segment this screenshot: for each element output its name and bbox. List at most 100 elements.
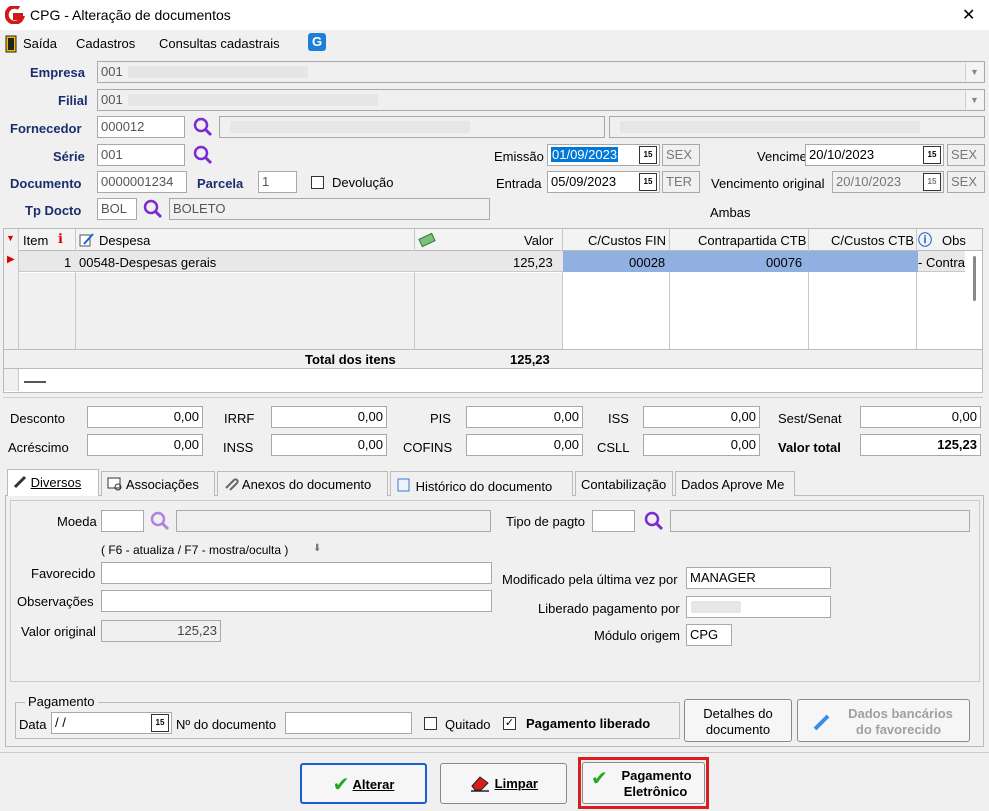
calendar-icon: 15 — [923, 173, 941, 191]
fornecedor-label: Fornecedor — [10, 121, 82, 136]
quitado-checkbox[interactable] — [424, 717, 437, 730]
inss-field[interactable]: 0,00 — [271, 434, 387, 456]
fornecedor-name — [219, 116, 605, 138]
check-icon: ✔ — [591, 768, 608, 790]
calendar-icon[interactable]: 15 — [639, 173, 657, 191]
pencil-icon — [813, 714, 830, 731]
inss-label: INSS — [223, 440, 254, 455]
emissao-field[interactable]: 01/09/2023 15 — [547, 144, 660, 166]
pagamento-eletronico-button[interactable]: ✔ Pagamento Eletrônico — [582, 762, 705, 804]
menu-consultas-cadastrais[interactable]: Consultas cadastrais — [159, 36, 280, 51]
moeda-desc — [176, 510, 491, 532]
nro-documento-field[interactable] — [285, 712, 412, 734]
irrf-field[interactable]: 0,00 — [271, 406, 387, 428]
tipo-pagto-field[interactable] — [592, 510, 635, 532]
tipo-pagto-desc — [670, 510, 970, 532]
detalhes-documento-button[interactable]: Detalhes do documento — [684, 699, 792, 742]
search-icon[interactable] — [142, 198, 164, 220]
calendar-icon[interactable]: 15 — [639, 146, 657, 164]
serie-label: Série — [53, 149, 85, 164]
col-ccfin[interactable]: C/Custos FIN — [588, 233, 666, 248]
col-ccctb[interactable]: C/Custos CTB — [831, 233, 914, 248]
moeda-label: Moeda — [57, 514, 97, 529]
eraser-icon — [471, 776, 490, 792]
calendar-icon[interactable]: 15 — [923, 146, 941, 164]
col-despesa[interactable]: Despesa — [99, 233, 150, 248]
dados-bancarios-button[interactable]: Dados bancários do favorecido — [797, 699, 970, 742]
tab-historico[interactable]: Histórico do documento — [390, 471, 573, 496]
tipo-pagto-label: Tipo de pagto — [506, 514, 586, 529]
vencimento-day: SEX — [947, 144, 985, 166]
col-item[interactable]: Item — [23, 233, 48, 248]
entrada-day: TER — [662, 171, 700, 193]
scroll-thumb[interactable] — [973, 256, 976, 301]
fornecedor-code[interactable]: 000012 — [97, 116, 185, 138]
row-contrapartida: 00076 — [766, 255, 803, 270]
emissao-day: SEX — [662, 144, 700, 166]
grid-scrollbar[interactable] — [966, 251, 982, 349]
window-title: CPG - Alteração de documentos — [30, 7, 231, 23]
cofins-field[interactable]: 0,00 — [466, 434, 583, 456]
row-obs: - Contra — [918, 255, 965, 270]
csll-label: CSLL — [597, 440, 630, 455]
close-icon[interactable]: ✕ — [962, 5, 975, 25]
chevron-down-icon[interactable]: ▼ — [965, 63, 983, 81]
search-icon[interactable] — [192, 116, 214, 138]
acrescimo-field[interactable]: 0,00 — [87, 434, 203, 456]
empresa-field[interactable]: 001 ▼ — [97, 61, 985, 83]
search-icon[interactable] — [192, 144, 214, 166]
devolucao-checkbox[interactable] — [311, 176, 324, 189]
row-ccfin: 00028 — [629, 255, 666, 270]
acrescimo-label: Acréscimo — [8, 440, 69, 455]
alterar-button[interactable]: ✔ Alterar — [300, 763, 427, 804]
cofins-label: COFINS — [403, 440, 453, 455]
col-obs[interactable]: Obs — [942, 233, 966, 248]
search-icon[interactable] — [643, 510, 665, 532]
tp-docto-field[interactable]: BOL — [97, 198, 137, 220]
menu-cadastros[interactable]: Cadastros — [76, 36, 135, 51]
parcela-field[interactable]: 1 — [258, 171, 297, 193]
quitado-label: Quitado — [445, 717, 491, 732]
col-valor[interactable]: Valor — [524, 233, 553, 248]
search-icon[interactable] — [149, 510, 171, 532]
tab-anexos[interactable]: Anexos do documento — [217, 471, 388, 496]
tab-diversos[interactable]: Diversos — [7, 469, 99, 496]
tab-associacoes[interactable]: Associações — [101, 471, 215, 496]
col-contrapartida[interactable]: Contrapartida CTB — [698, 233, 806, 248]
modulo-field: CPG — [686, 624, 732, 646]
favorecido-field[interactable] — [101, 562, 492, 584]
moeda-field[interactable] — [101, 510, 144, 532]
items-grid[interactable]: ▼ Item ℹ Despesa Valor C/Custos FIN Cont… — [3, 228, 983, 393]
entrada-field[interactable]: 05/09/2023 15 — [547, 171, 660, 193]
csll-field[interactable]: 0,00 — [643, 434, 760, 456]
data-label: Data — [19, 717, 47, 732]
pis-field[interactable]: 0,00 — [466, 406, 583, 428]
desconto-field[interactable]: 0,00 — [87, 406, 203, 428]
pagamento-data-field[interactable]: / / 15 — [51, 712, 172, 734]
valor-total-label: Valor total — [778, 440, 841, 455]
menu-bar: Saída Cadastros Consultas cadastrais G — [0, 30, 989, 58]
chevron-down-icon[interactable]: ▼ — [965, 91, 983, 109]
vencimento-field[interactable]: 20/10/2023 15 — [805, 144, 944, 166]
pencil-icon — [13, 475, 27, 489]
row-despesa: 00548-Despesas gerais — [79, 255, 217, 270]
check-icon: ✔ — [332, 774, 350, 796]
calendar-icon[interactable]: 15 — [151, 714, 169, 732]
limpar-button[interactable]: Limpar — [440, 763, 567, 804]
tab-dados-aprove-me[interactable]: Dados Aprove Me — [675, 471, 795, 496]
hint-label: ( F6 - atualiza / F7 - mostra/oculta ) — [101, 543, 289, 557]
serie-field[interactable]: 001 — [97, 144, 185, 166]
g-app-icon[interactable]: G — [308, 33, 326, 51]
filial-field[interactable]: 001 ▼ — [97, 89, 985, 111]
iss-field[interactable]: 0,00 — [643, 406, 760, 428]
vencimento-original-field: 20/10/2023 15 — [832, 171, 944, 193]
sest-field[interactable]: 0,00 — [860, 406, 981, 428]
tab-contabilizacao[interactable]: Contabilização — [575, 471, 673, 496]
row-pointer-icon: ▶ — [7, 254, 15, 265]
menu-saida[interactable]: Saída — [23, 36, 57, 51]
arrow-down-icon: ⬇ — [313, 543, 322, 554]
pagamento-liberado-checkbox[interactable]: ✓ — [503, 717, 516, 730]
observacoes-field[interactable] — [101, 590, 492, 612]
documento-field[interactable]: 0000001234 — [97, 171, 187, 193]
liberado-field — [686, 596, 831, 618]
